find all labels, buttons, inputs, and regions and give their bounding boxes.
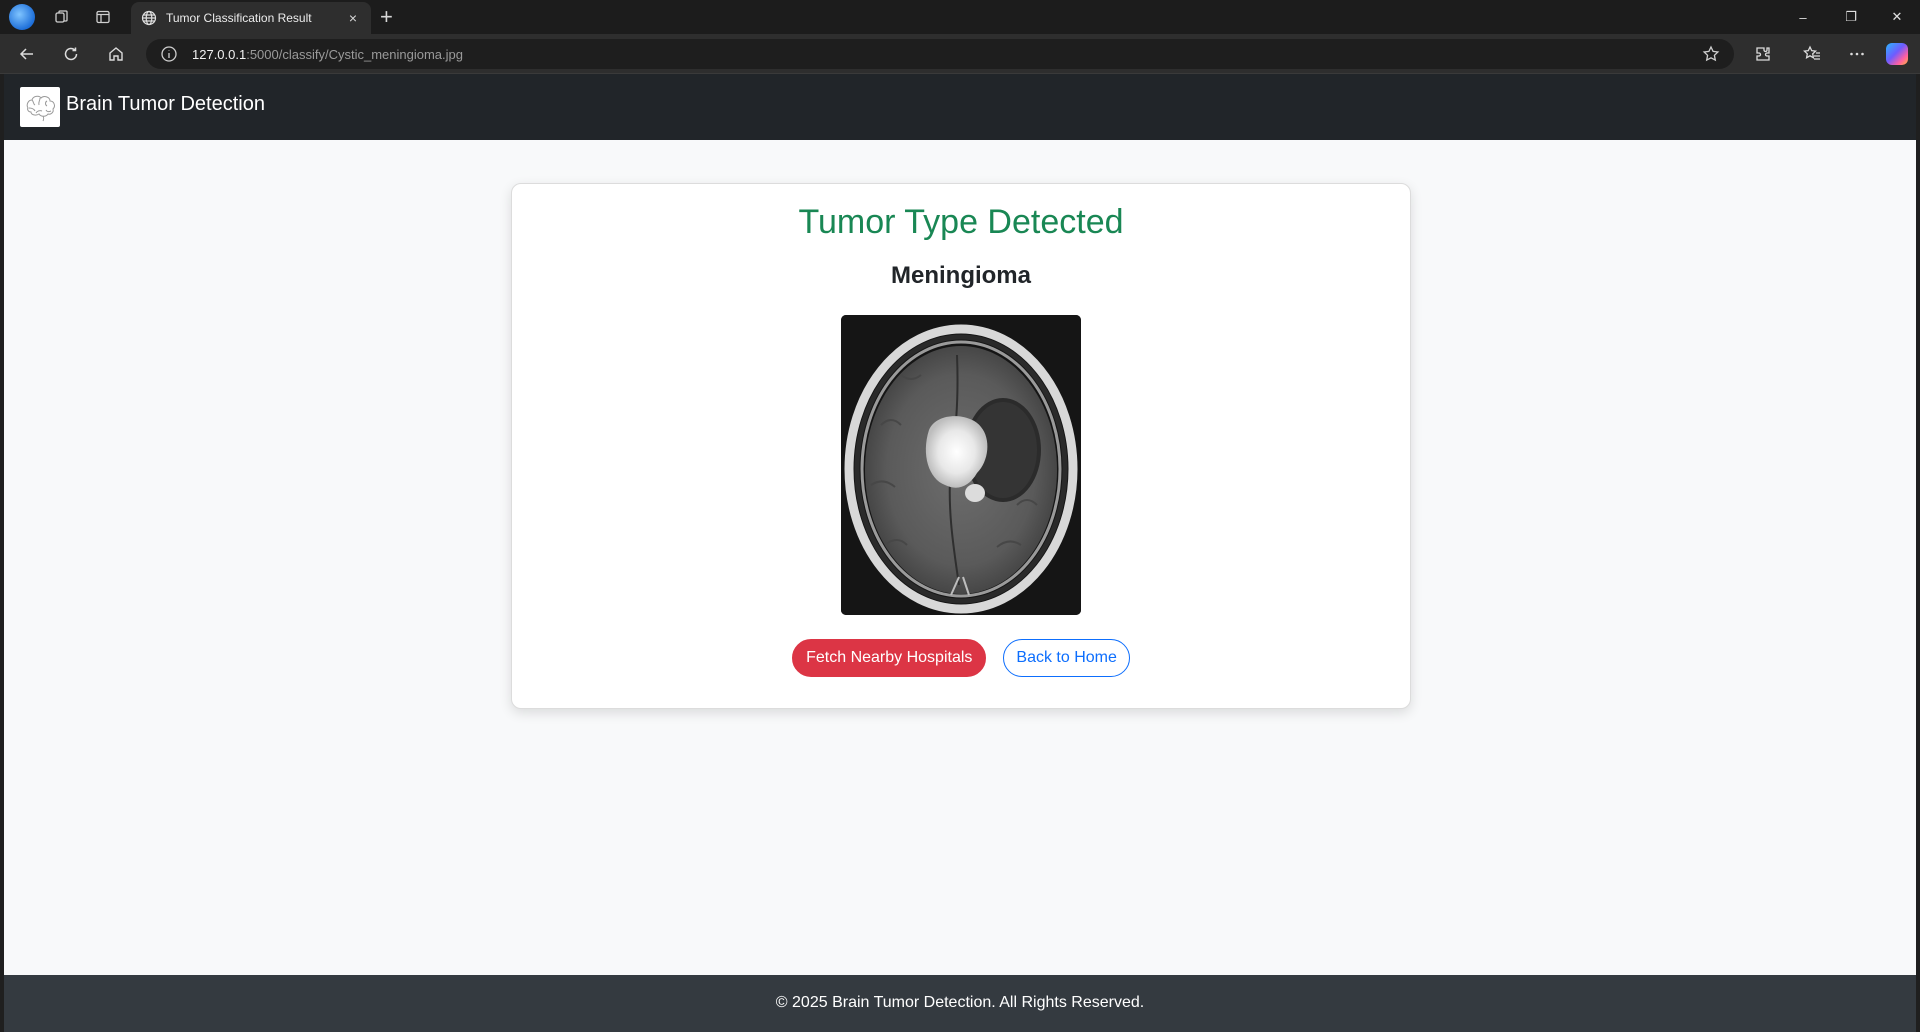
site-navbar: Brain Tumor Detection: [4, 74, 1916, 140]
brain-icon[interactable]: [20, 87, 60, 127]
close-window-button[interactable]: ✕: [1874, 0, 1920, 34]
page-viewport: Brain Tumor Detection Tumor Type Detecte…: [4, 74, 1916, 1032]
favorites-icon[interactable]: [1800, 42, 1824, 66]
address-bar[interactable]: 127.0.0.1 :5000/classify/Cystic_meningio…: [146, 39, 1734, 69]
tab-actions-icon[interactable]: [91, 5, 115, 29]
tab-close-icon[interactable]: ×: [345, 10, 361, 26]
extensions-icon[interactable]: [1751, 42, 1775, 66]
copilot-icon[interactable]: [1886, 43, 1908, 65]
workspaces-icon[interactable]: [50, 5, 74, 29]
restore-button[interactable]: ❐: [1828, 0, 1874, 34]
site-info-icon[interactable]: [160, 45, 178, 63]
result-card: Tumor Type Detected Meningioma Fetch Nea…: [511, 183, 1411, 709]
tab-tumor-classification-result[interactable]: Tumor Classification Result ×: [131, 2, 371, 34]
url-path: :5000/classify/Cystic_meningioma.jpg: [246, 46, 463, 62]
minimize-button[interactable]: –: [1780, 0, 1826, 34]
tumor-type-label: Meningioma: [890, 262, 1031, 289]
site-footer: © 2025 Brain Tumor Detection. All Rights…: [4, 975, 1916, 1032]
brand-title[interactable]: Brain Tumor Detection: [66, 89, 265, 119]
tab-title: Tumor Classification Result: [166, 11, 312, 25]
globe-icon: [141, 10, 157, 26]
browser-tab-strip: Tumor Classification Result × + – ❐ ✕: [0, 0, 1920, 34]
fetch-nearby-hospitals-button[interactable]: Fetch Nearby Hospitals: [792, 639, 987, 677]
brain-mri-image: [841, 315, 1081, 615]
home-icon[interactable]: [104, 42, 128, 66]
back-arrow-icon[interactable]: [15, 42, 39, 66]
refresh-icon[interactable]: [59, 42, 83, 66]
url-host: 127.0.0.1: [192, 46, 247, 62]
more-options-icon[interactable]: [1845, 42, 1869, 66]
back-to-home-button[interactable]: Back to Home: [1003, 639, 1130, 677]
favorite-star-icon[interactable]: [1702, 45, 1720, 63]
browser-toolbar: 127.0.0.1 :5000/classify/Cystic_meningio…: [0, 34, 1920, 74]
new-tab-button[interactable]: +: [380, 6, 393, 28]
result-heading: Tumor Type Detected: [798, 203, 1124, 241]
action-buttons: Fetch Nearby Hospitals Back to Home: [512, 639, 1410, 677]
profile-icon[interactable]: [9, 4, 35, 30]
